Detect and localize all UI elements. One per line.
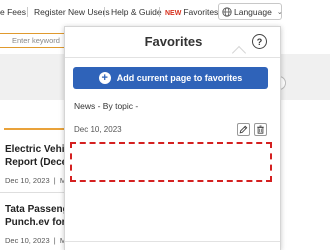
plus-icon: +	[98, 72, 111, 84]
favorites-label: Favorites	[183, 7, 219, 17]
nav-link-help[interactable]: Help & Guide	[111, 7, 162, 17]
delete-button[interactable]	[254, 123, 267, 136]
help-icon[interactable]: ?	[252, 34, 267, 49]
nav-separator	[27, 7, 28, 17]
add-button-label: Add current page to favorites	[116, 73, 243, 83]
article-date: Dec 10, 2023	[5, 236, 50, 245]
article-meta: Dec 10, 2023 | Ma	[5, 236, 65, 245]
nav-link-favorites[interactable]: NEW Favorites	[165, 7, 218, 17]
chevron-down-icon: ⌄	[276, 8, 283, 16]
article-meta: Dec 10, 2023 | Ma	[5, 176, 65, 185]
section-accent-rule	[4, 128, 66, 130]
article-date: Dec 10, 2023	[5, 176, 50, 185]
nav-link-register[interactable]: Register New Users	[34, 7, 110, 17]
article-title-line[interactable]: Report (Decem	[5, 156, 65, 169]
article-divider	[0, 192, 66, 193]
language-label: Language	[234, 6, 272, 17]
new-badge: NEW	[165, 10, 182, 17]
nav-link-fees[interactable]: e Fees	[0, 7, 26, 17]
panel-divider	[65, 57, 280, 58]
globe-icon	[222, 6, 232, 17]
favorites-section-label: News - By topic -	[74, 101, 139, 111]
article-title-line[interactable]: Tata Passenge	[5, 203, 65, 216]
top-nav-bar: e Fees Register New Users Help & Guide N…	[0, 0, 330, 24]
search-placeholder: Enter keyword	[12, 36, 60, 45]
nav-separator	[104, 7, 105, 17]
article-title-line[interactable]: Punch.ev for IN	[5, 216, 65, 229]
panel-title: Favorites	[144, 34, 203, 49]
trash-icon	[257, 125, 264, 134]
nav-separator	[159, 7, 160, 17]
panel-divider	[65, 241, 280, 242]
article-title-line[interactable]: Electric Vehicle	[5, 143, 65, 156]
edit-button[interactable]	[237, 123, 250, 136]
pencil-icon	[239, 125, 248, 134]
add-to-favorites-button[interactable]: + Add current page to favorites	[73, 67, 268, 89]
favorite-entry-date: Dec 10, 2023	[74, 125, 122, 134]
favorite-item-placeholder[interactable]	[70, 142, 272, 182]
favorites-panel: Favorites ? + Add current page to favori…	[64, 26, 281, 250]
language-selector[interactable]: Language ⌄	[218, 3, 283, 20]
